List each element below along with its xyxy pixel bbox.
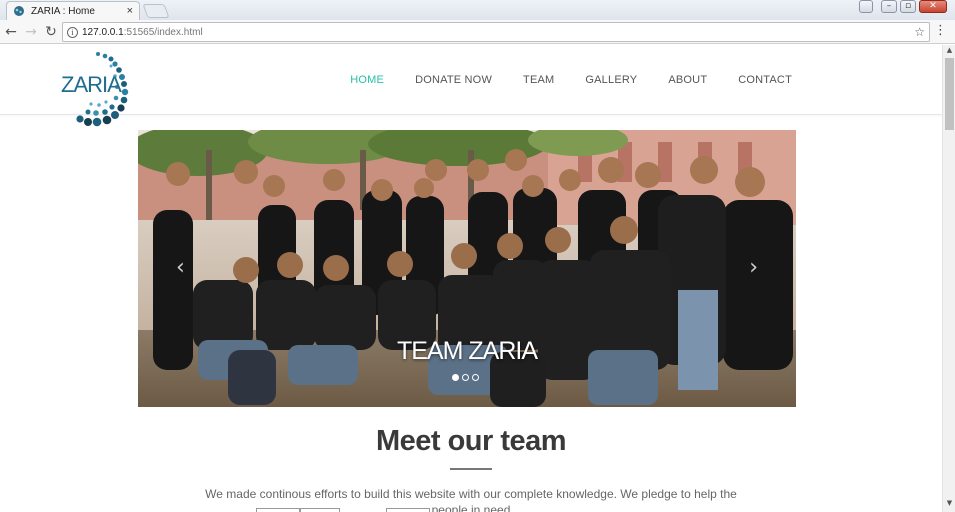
nav-gallery[interactable]: GALLERY <box>585 74 637 86</box>
close-window-button[interactable]: ✕ <box>919 0 947 13</box>
browser-toolbar: ← → ↻ i 127.0.0.1 :51565/index.html ☆ ⋮ <box>0 20 955 44</box>
carousel-indicator-3[interactable] <box>472 374 479 381</box>
browser-titlebar: ZARIA : Home × – ▫ ✕ <box>0 0 955 20</box>
carousel-next-icon[interactable]: › <box>749 255 758 280</box>
new-tab-button[interactable] <box>142 4 170 18</box>
nav-contact[interactable]: CONTACT <box>738 74 792 86</box>
scroll-thumb[interactable] <box>945 58 954 130</box>
forward-arrow-icon[interactable]: → <box>21 22 41 42</box>
maximize-button[interactable]: ▫ <box>900 0 916 13</box>
nav-donate-now[interactable]: DONATE NOW <box>415 74 492 86</box>
title-divider <box>450 468 492 470</box>
main-nav: HOME DONATE NOW TEAM GALLERY ABOUT CONTA… <box>350 74 792 86</box>
page-scrollbar[interactable]: ▲ ▼ <box>942 45 955 512</box>
carousel-caption: TEAM ZARIA <box>396 337 538 365</box>
section-title: Meet our team <box>375 425 567 457</box>
nav-team[interactable]: TEAM <box>523 74 554 86</box>
favicon-icon <box>13 5 25 17</box>
browser-tab[interactable]: ZARIA : Home × <box>6 1 140 20</box>
logo-text: ZARIA <box>61 72 122 97</box>
carousel-indicator-2[interactable] <box>462 374 469 381</box>
url-host: 127.0.0.1 <box>82 26 124 38</box>
partial-element <box>256 508 300 512</box>
nav-about[interactable]: ABOUT <box>668 74 707 86</box>
partial-element <box>386 508 430 512</box>
carousel-indicators <box>452 374 479 381</box>
carousel-indicator-1[interactable] <box>452 374 459 381</box>
bookmark-star-icon[interactable]: ☆ <box>914 25 925 39</box>
url-path: :51565/index.html <box>123 26 203 38</box>
tab-title: ZARIA : Home <box>31 5 95 17</box>
address-bar[interactable]: i 127.0.0.1 :51565/index.html ☆ <box>62 22 930 42</box>
user-profile-icon[interactable] <box>859 0 873 13</box>
browser-menu-icon[interactable]: ⋮ <box>934 24 947 38</box>
site-logo[interactable]: ZARIA <box>58 49 138 131</box>
partial-element <box>300 508 340 512</box>
minimize-button[interactable]: – <box>881 0 897 13</box>
scroll-up-icon[interactable]: ▲ <box>943 46 955 58</box>
site-info-icon[interactable]: i <box>67 26 78 38</box>
nav-home[interactable]: HOME <box>350 74 384 86</box>
web-page: ZARIA HOME DONATE NOW TEAM GALLERY ABOUT… <box>0 45 942 512</box>
back-arrow-icon[interactable]: ← <box>1 22 21 42</box>
tab-close-icon[interactable]: × <box>127 5 133 17</box>
team-carousel: ‹ › TEAM ZARIA <box>138 130 796 407</box>
site-header: ZARIA HOME DONATE NOW TEAM GALLERY ABOUT… <box>0 45 942 127</box>
carousel-prev-icon[interactable]: ‹ <box>176 255 185 280</box>
reload-icon[interactable]: ↻ <box>41 22 61 42</box>
scroll-down-icon[interactable]: ▼ <box>943 499 955 511</box>
